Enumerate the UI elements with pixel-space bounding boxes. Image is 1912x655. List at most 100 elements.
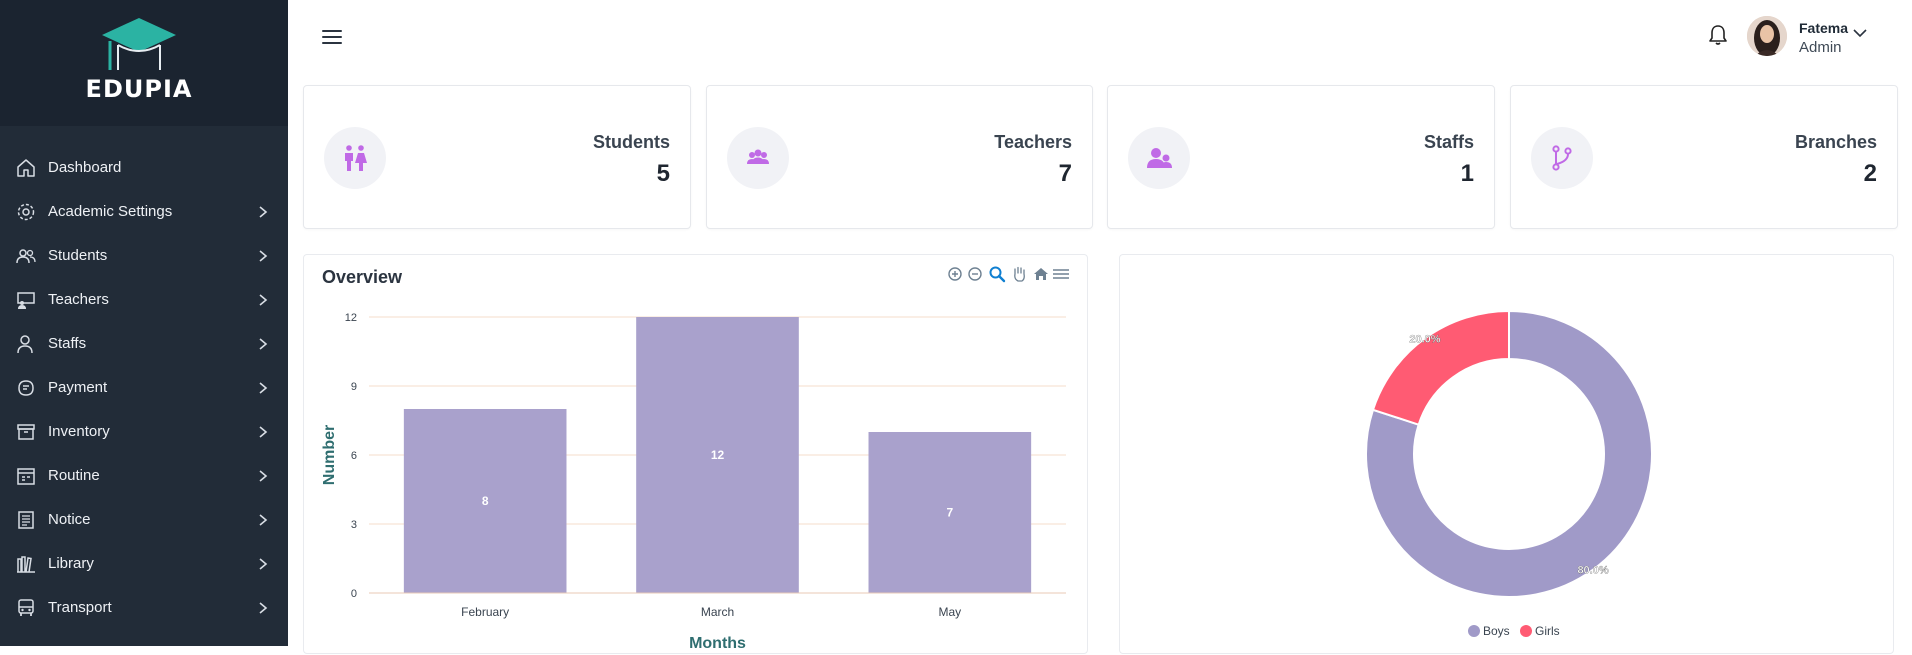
calendar-icon xyxy=(17,468,35,485)
sidebar-item-notice[interactable]: Notice xyxy=(0,498,288,542)
group-icon xyxy=(747,149,769,164)
sidebar-item-payment[interactable]: Payment xyxy=(0,366,288,410)
users-icon xyxy=(16,249,36,264)
notice-icon xyxy=(18,511,34,529)
donut-slice-girls[interactable] xyxy=(1371,309,1510,426)
sidebar-item-label: Teachers xyxy=(48,291,109,308)
chevron-right-icon xyxy=(259,206,268,218)
x-tick-label: February xyxy=(461,605,509,619)
sidebar-item-label: Dashboard xyxy=(48,159,122,176)
branch-icon xyxy=(1552,145,1572,171)
staff-icon xyxy=(17,335,33,354)
payment-icon xyxy=(18,380,34,396)
students-icon xyxy=(345,145,367,171)
home-icon xyxy=(17,159,35,177)
sidebar-item-academic-settings[interactable]: Academic Settings xyxy=(0,190,288,234)
user-menu-toggle[interactable] xyxy=(1852,26,1868,38)
bar-data-label: 7 xyxy=(946,506,953,520)
avatar-image xyxy=(1747,16,1787,56)
y-tick-label: 3 xyxy=(351,519,357,531)
chevron-right-icon xyxy=(259,250,268,262)
sidebar-item-label: Inventory xyxy=(48,423,110,440)
archive-icon xyxy=(17,424,35,440)
magnifier-icon xyxy=(989,266,1006,283)
stat-value: 5 xyxy=(656,160,670,187)
gender-panel: 80.0% 20.0% Boys Girls xyxy=(1119,254,1894,654)
staff-group-icon xyxy=(1147,148,1172,168)
library-icon xyxy=(17,556,35,573)
stat-card-teachers[interactable]: Teachers 7 xyxy=(706,85,1093,229)
brand[interactable]: EDUPIA xyxy=(0,0,288,126)
stat-label: Staffs xyxy=(1423,132,1474,152)
overview-bar-chart: 0 3 6 9 12 8 February 12 March 7 May Number Months xyxy=(321,312,1066,652)
chart-menu-button[interactable] xyxy=(1052,265,1070,283)
stat-value: 1 xyxy=(1460,160,1474,187)
sidebar-item-inventory[interactable]: Inventory xyxy=(0,410,288,454)
menu-toggle-button[interactable] xyxy=(322,28,342,46)
legend-label[interactable]: Boys xyxy=(1483,624,1510,638)
sidebar-item-library[interactable]: Library xyxy=(0,542,288,586)
slice-data-label: 80.0% xyxy=(1577,565,1608,577)
x-tick-label: March xyxy=(701,605,734,619)
teacher-icon xyxy=(17,292,35,309)
chevron-right-icon xyxy=(259,558,268,570)
gear-icon xyxy=(17,203,35,221)
brand-name: EDUPIA xyxy=(85,75,193,103)
y-tick-label: 6 xyxy=(351,450,357,462)
avatar[interactable] xyxy=(1747,16,1787,56)
home-icon xyxy=(1034,268,1048,280)
sidebar-item-staffs[interactable]: Staffs xyxy=(0,322,288,366)
chevron-down-icon xyxy=(1853,29,1867,38)
stat-label: Branches xyxy=(1794,132,1877,152)
x-axis-title: Months xyxy=(689,635,746,652)
bar-data-label: 8 xyxy=(482,494,489,508)
stat-value: 7 xyxy=(1058,160,1072,187)
sidebar-item-dashboard[interactable]: Dashboard xyxy=(0,146,288,190)
notifications-button[interactable] xyxy=(1708,24,1728,46)
graduation-cap-logo xyxy=(102,18,176,70)
sidebar-item-transport[interactable]: Transport xyxy=(0,586,288,630)
sidebar-item-label: Payment xyxy=(48,379,108,396)
sidebar: EDUPIA Dashboard Academic Settings Student… xyxy=(0,0,288,646)
sidebar-item-teachers[interactable]: Teachers xyxy=(0,278,288,322)
selection-zoom-button[interactable] xyxy=(988,265,1006,283)
zoom-in-button[interactable] xyxy=(946,265,964,283)
chevron-right-icon xyxy=(259,514,268,526)
y-tick-label: 9 xyxy=(351,381,357,393)
sidebar-item-label: Transport xyxy=(48,599,112,616)
sidebar-item-label: Academic Settings xyxy=(48,203,173,220)
chevron-right-icon xyxy=(259,470,268,482)
user-name[interactable]: Fatema xyxy=(1799,20,1848,36)
legend-label[interactable]: Girls xyxy=(1535,624,1560,638)
bus-icon xyxy=(18,599,34,616)
user-role: Admin xyxy=(1799,39,1842,56)
chevron-right-icon xyxy=(259,338,268,350)
chevron-right-icon xyxy=(259,426,268,438)
zoom-in-icon xyxy=(948,267,962,281)
hand-icon xyxy=(1014,266,1025,282)
stat-card-students[interactable]: Students 5 xyxy=(303,85,691,229)
bar-data-label: 12 xyxy=(711,448,725,462)
sidebar-item-label: Notice xyxy=(48,511,91,528)
x-tick-label: May xyxy=(938,605,961,619)
pan-button[interactable] xyxy=(1010,265,1028,283)
chevron-right-icon xyxy=(259,294,268,306)
bell-icon xyxy=(1709,25,1727,45)
gender-donut-chart: 80.0% 20.0% Boys Girls xyxy=(1365,309,1653,638)
legend-marker xyxy=(1520,625,1532,637)
sidebar-item-label: Routine xyxy=(48,467,100,484)
stat-card-staffs[interactable]: Staffs 1 xyxy=(1107,85,1495,229)
chevron-right-icon xyxy=(259,602,268,614)
sidebar-item-students[interactable]: Students xyxy=(0,234,288,278)
chart-toolbar xyxy=(946,265,1070,285)
slice-data-label: 20.0% xyxy=(1409,333,1440,345)
reset-zoom-button[interactable] xyxy=(1032,265,1050,283)
sidebar-nav: Dashboard Academic Settings Students Teache… xyxy=(0,146,288,630)
sidebar-item-routine[interactable]: Routine xyxy=(0,454,288,498)
stat-card-branches[interactable]: Branches 2 xyxy=(1510,85,1898,229)
zoom-out-icon xyxy=(968,267,982,281)
zoom-out-button[interactable] xyxy=(966,265,984,283)
stat-label: Teachers xyxy=(994,132,1072,152)
overview-panel: Overview 0 3 6 9 12 8 February 12 March 7 May Numbe… xyxy=(303,254,1088,654)
sidebar-item-label: Staffs xyxy=(48,335,87,352)
